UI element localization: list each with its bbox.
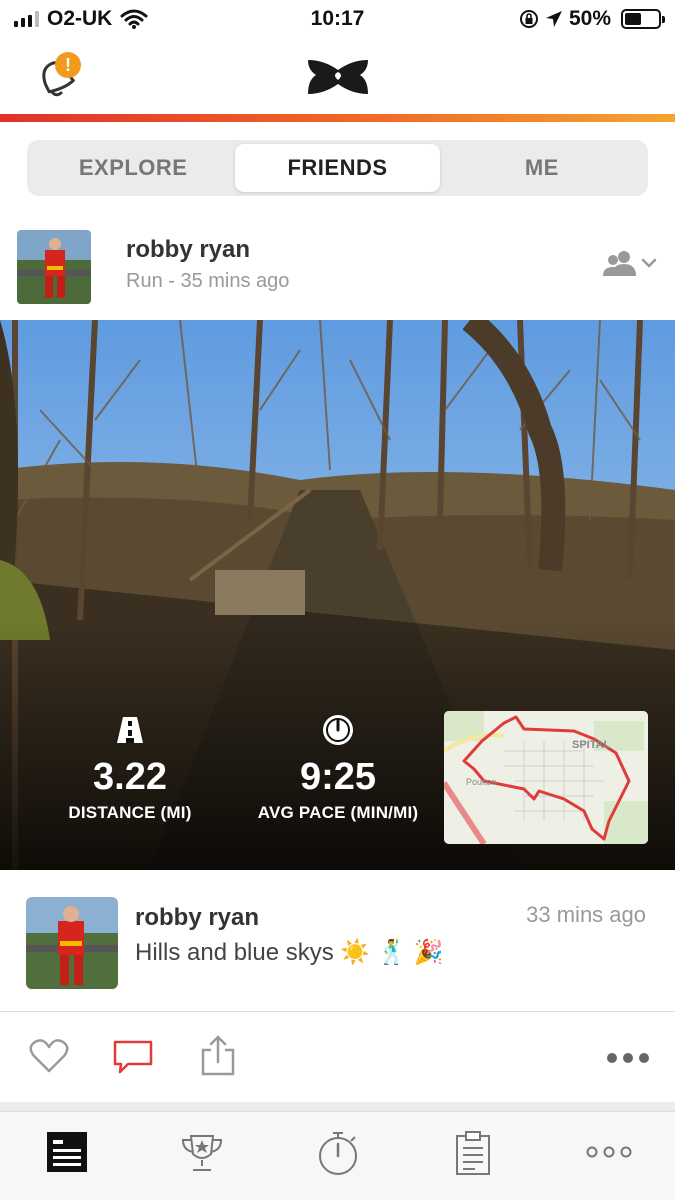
- distance-label: DISTANCE (MI): [68, 803, 192, 822]
- avg-pace-value: 9:25: [299, 756, 377, 798]
- avatar[interactable]: [26, 897, 118, 989]
- heart-icon[interactable]: [29, 1038, 69, 1074]
- orientation-lock-icon: [519, 10, 538, 28]
- post-header: robby ryan Run - 35 mins ago: [0, 214, 675, 320]
- post-user-name[interactable]: robby ryan: [126, 236, 250, 264]
- distance-value: 3.22: [93, 756, 167, 798]
- location-arrow-icon: [545, 11, 562, 27]
- tab-friends[interactable]: FRIENDS: [235, 144, 440, 192]
- feed-icon[interactable]: [47, 1132, 87, 1172]
- more-icon[interactable]: [586, 1146, 632, 1158]
- wifi-icon: [120, 9, 148, 29]
- notification-badge: !: [55, 52, 81, 78]
- comment-time: 33 mins ago: [526, 902, 646, 927]
- signal-icon: [14, 11, 39, 27]
- road-icon: [117, 717, 143, 743]
- stat-avg-pace: 9:25 AVG PACE (MIN/MI): [248, 713, 428, 823]
- tabs-area: EXPLORE FRIENDS ME: [0, 122, 675, 214]
- trophy-icon[interactable]: [181, 1132, 223, 1174]
- app-header: !: [0, 38, 675, 116]
- post-meta: Run - 35 mins ago: [126, 270, 290, 292]
- comment-icon[interactable]: [112, 1038, 154, 1076]
- route-mini-map[interactable]: SPITAL Poulton: [444, 711, 648, 844]
- avg-pace-label: AVG PACE (MIN/MI): [257, 803, 419, 822]
- under-armour-logo: [308, 60, 368, 94]
- status-left: O2-UK: [14, 7, 148, 31]
- tab-me[interactable]: ME: [440, 144, 644, 192]
- activity-photo[interactable]: 3.22 DISTANCE (MI) 9:25 AVG PACE (MIN/MI…: [0, 320, 675, 870]
- comment-user-name[interactable]: robby ryan: [135, 904, 259, 932]
- post-actions: [0, 1012, 675, 1102]
- chevron-down-icon: [641, 258, 657, 268]
- privacy-selector[interactable]: [603, 250, 657, 276]
- friends-icon: [603, 251, 636, 276]
- bottom-nav: [0, 1111, 675, 1200]
- gauge-icon: [323, 715, 353, 745]
- comment-row: robby ryan Hills and blue skys ☀️ 🕺 🎉 33…: [0, 870, 675, 1012]
- carrier-label: O2-UK: [47, 7, 113, 30]
- brand-gradient-bar: [0, 114, 675, 122]
- stat-distance: 3.22 DISTANCE (MI): [40, 713, 220, 823]
- share-icon[interactable]: [199, 1034, 237, 1076]
- stopwatch-icon[interactable]: [317, 1130, 359, 1176]
- map-label-spital: SPITAL: [572, 739, 611, 751]
- battery-percent: 50%: [568, 7, 611, 30]
- feed-separator: [0, 1102, 675, 1111]
- tab-explore[interactable]: EXPLORE: [31, 144, 235, 192]
- avatar[interactable]: [17, 230, 91, 304]
- map-label-poulton: Poulton: [466, 777, 497, 787]
- status-right: 50%: [519, 7, 665, 31]
- battery-icon: [621, 9, 665, 29]
- status-bar: O2-UK 10:17 50%: [0, 0, 675, 38]
- segmented-tabs: EXPLORE FRIENDS ME: [27, 140, 648, 196]
- clipboard-icon[interactable]: [455, 1130, 491, 1176]
- more-dots-icon[interactable]: [606, 1052, 650, 1064]
- comment-text: Hills and blue skys ☀️ 🕺 🎉: [135, 939, 444, 966]
